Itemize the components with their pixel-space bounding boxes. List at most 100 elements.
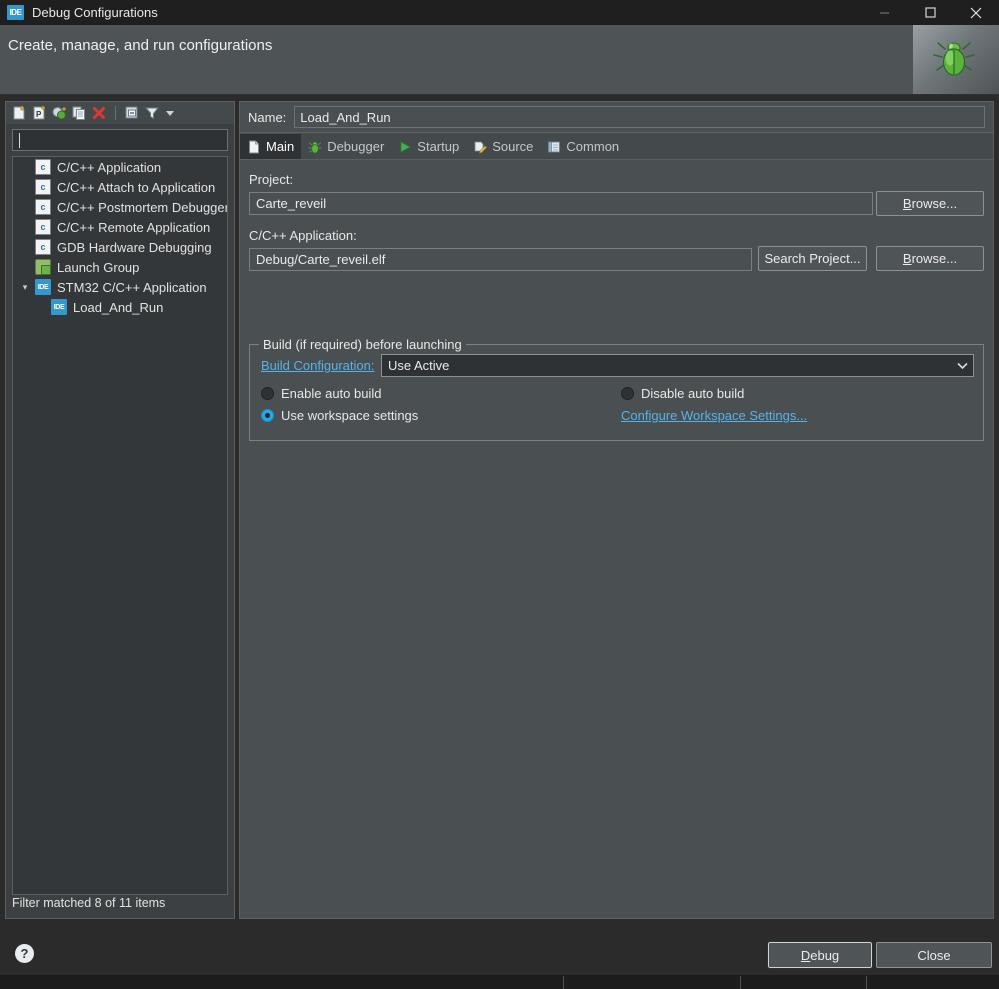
mnemonic-letter: D	[800, 947, 811, 963]
disable-auto-build-label: Disable auto build	[641, 386, 745, 401]
project-browse-rest: rowse...	[911, 196, 958, 211]
main-tab-form: Project: Carte_reveil Browse... C/C++ Ap…	[240, 160, 993, 989]
title-bar: IDE Debug Configurations	[0, 0, 999, 25]
project-label: Project:	[249, 172, 294, 187]
tab-bar: Main Debugger Startup Source Common	[240, 134, 993, 160]
window-title: Debug Configurations	[32, 5, 158, 20]
bug-small-icon	[308, 140, 322, 154]
tree-item-label: GDB Hardware Debugging	[57, 239, 212, 255]
mnemonic-letter: B	[902, 251, 912, 266]
name-input[interactable]: Load_And_Run	[294, 106, 985, 128]
delete-icon[interactable]	[91, 105, 107, 121]
c-app-icon: c	[35, 219, 51, 235]
tree-item-c-remote-application[interactable]: c C/C++ Remote Application	[13, 217, 227, 237]
tree-item-label: C/C++ Attach to Application	[57, 179, 216, 195]
background-taskbar	[0, 975, 999, 989]
chevron-down-icon[interactable]	[166, 110, 174, 116]
application-browse-rest: rowse...	[911, 251, 958, 266]
filter-icon[interactable]	[144, 105, 160, 121]
banner-heading: Create, manage, and run configurations	[8, 37, 273, 54]
banner-artwork	[913, 25, 999, 94]
taskbar-separator	[563, 976, 564, 989]
dialog-banner: Create, manage, and run configurations	[0, 25, 999, 95]
close-icon[interactable]	[953, 0, 999, 25]
toolbar-separator	[115, 106, 116, 120]
collapse-all-icon[interactable]	[124, 105, 140, 121]
ide-icon: IDE	[35, 279, 51, 295]
search-project-button[interactable]: Search Project...	[758, 246, 867, 271]
tree-item-label: C/C++ Remote Application	[57, 219, 211, 235]
project-browse-button[interactable]: Browse...	[876, 191, 984, 216]
c-app-icon: c	[35, 179, 51, 195]
tree-item-label: Launch Group	[57, 259, 140, 275]
ide-icon: IDE	[51, 299, 67, 315]
tree-item-load-and-run[interactable]: IDE Load_And_Run	[13, 297, 227, 317]
taskbar-separator	[866, 976, 867, 989]
debug-configurations-dialog: IDE Debug Configurations Create, manage,…	[0, 0, 999, 989]
chevron-down-icon[interactable]	[951, 355, 973, 376]
maximize-icon[interactable]	[907, 0, 953, 25]
build-group: Build (if required) before launching Bui…	[249, 337, 984, 441]
bug-icon	[933, 38, 975, 76]
tree-item-c-attach-to-application[interactable]: c C/C++ Attach to Application	[13, 177, 227, 197]
tree-item-c-application[interactable]: c C/C++ Application	[13, 157, 227, 177]
taskbar-separator	[740, 976, 741, 989]
tree-item-stm32-c-application[interactable]: ▾ IDE STM32 C/C++ Application	[13, 277, 227, 297]
name-label: Name:	[248, 109, 287, 125]
c-app-icon: c	[35, 239, 51, 255]
tree-item-gdb-hardware-debugging[interactable]: c GDB Hardware Debugging	[13, 237, 227, 257]
tab-label: Main	[266, 139, 295, 154]
tree-item-label: C/C++ Postmortem Debugger	[57, 199, 228, 215]
application-input[interactable]: Debug/Carte_reveil.elf	[249, 248, 752, 271]
build-configuration-link[interactable]: Build Configuration:	[261, 358, 374, 373]
window-controls	[861, 0, 999, 25]
launch-group-icon	[35, 259, 51, 275]
new-prototype-icon[interactable]: P	[31, 105, 47, 121]
filter-status-text: Filter matched 8 of 11 items	[12, 896, 166, 910]
debug-button[interactable]: Debug	[767, 941, 873, 969]
tab-common[interactable]: Common	[540, 134, 626, 159]
tab-main[interactable]: Main	[240, 134, 302, 159]
play-icon	[398, 140, 412, 154]
chevron-down-icon[interactable]: ▾	[19, 277, 31, 297]
name-row: Name: Load_And_Run	[240, 102, 993, 133]
disable-auto-build-radio[interactable]: Disable auto build	[621, 386, 744, 401]
common-icon	[547, 140, 561, 154]
build-configuration-combo[interactable]: Use Active	[381, 354, 974, 377]
application-browse-button[interactable]: Browse...	[876, 246, 984, 271]
project-browse-label: Browse...	[903, 196, 957, 211]
radio-indicator	[261, 387, 274, 400]
minimize-icon[interactable]	[861, 0, 907, 25]
duplicate-icon[interactable]	[71, 105, 87, 121]
close-button[interactable]: Close	[876, 942, 992, 968]
tree-item-label: STM32 C/C++ Application	[57, 279, 207, 295]
filter-input[interactable]	[12, 129, 228, 151]
text-cursor	[19, 133, 20, 148]
configure-workspace-settings-link[interactable]: Configure Workspace Settings...	[621, 408, 807, 423]
svg-text:P: P	[36, 110, 42, 119]
application-label: C/C++ Application:	[249, 228, 357, 243]
tree-item-c-postmortem-debugger[interactable]: c C/C++ Postmortem Debugger	[13, 197, 227, 217]
document-icon	[247, 140, 261, 154]
configurations-panel: P c C/C++ Application c C/C++ Attach to …	[5, 101, 235, 919]
project-input[interactable]: Carte_reveil	[249, 192, 873, 215]
tab-label: Startup	[417, 139, 460, 154]
source-icon	[473, 140, 488, 154]
use-workspace-settings-radio[interactable]: Use workspace settings	[261, 408, 418, 423]
radio-indicator-selected	[261, 409, 274, 422]
tab-source[interactable]: Source	[466, 134, 540, 159]
c-app-icon: c	[35, 159, 51, 175]
tab-label: Common	[566, 139, 620, 154]
new-launch-group-icon[interactable]	[51, 105, 67, 121]
enable-auto-build-radio[interactable]: Enable auto build	[261, 386, 381, 401]
tab-startup[interactable]: Startup	[391, 134, 466, 159]
tab-debugger[interactable]: Debugger	[301, 134, 391, 159]
tree-item-label: Load_And_Run	[73, 299, 164, 315]
new-launch-configuration-icon[interactable]	[11, 105, 27, 121]
help-icon[interactable]: ?	[15, 944, 34, 963]
tree-item-launch-group[interactable]: Launch Group	[13, 257, 227, 277]
configuration-editor-panel: Name: Load_And_Run Main Debugger Startup…	[239, 101, 994, 989]
configurations-tree[interactable]: c C/C++ Application c C/C++ Attach to Ap…	[12, 156, 228, 895]
application-browse-label: Browse...	[903, 251, 957, 266]
use-workspace-settings-label: Use workspace settings	[281, 408, 419, 423]
